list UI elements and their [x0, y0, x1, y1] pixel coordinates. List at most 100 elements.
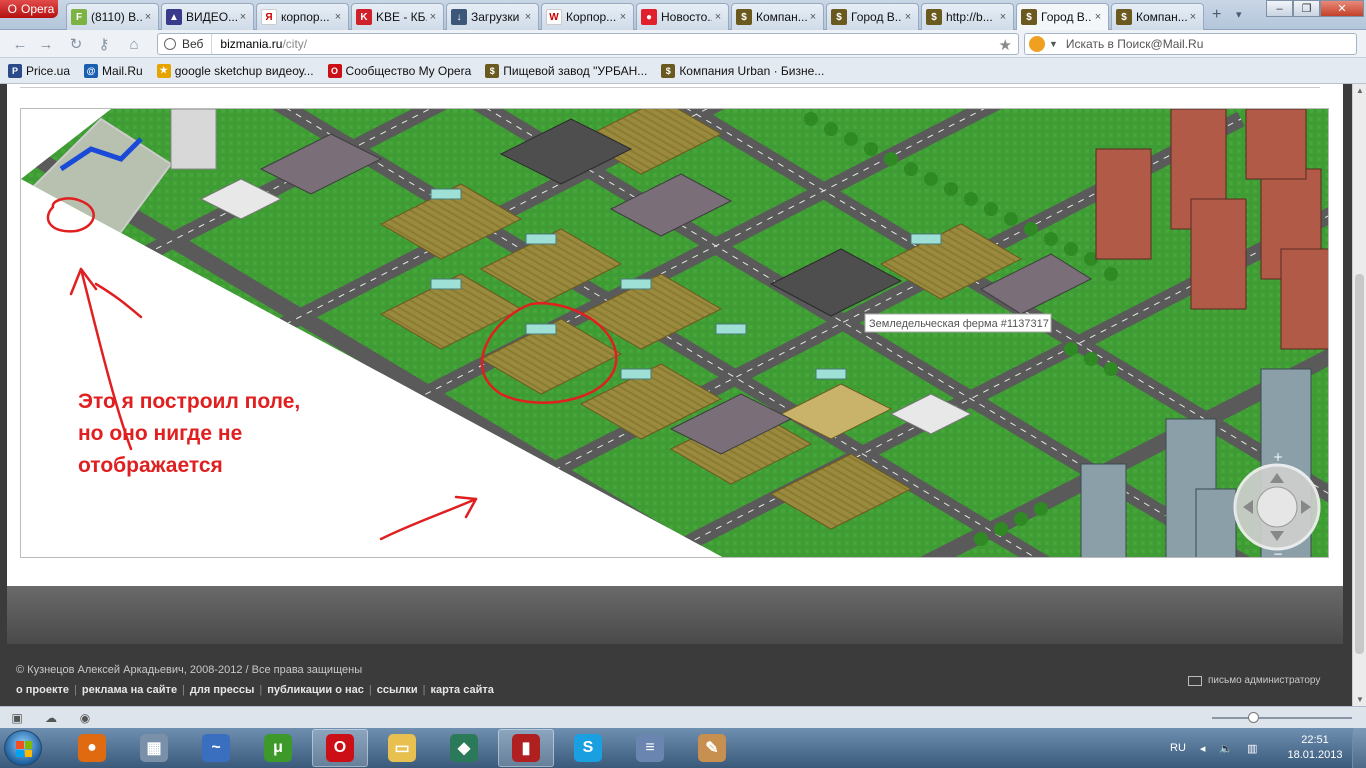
web-indicator[interactable]: Веб	[158, 34, 213, 54]
opera-menu-button[interactable]: O Opera	[0, 0, 58, 18]
browser-tab[interactable]: $ http://b... ×	[921, 3, 1014, 30]
tab-favicon-icon: K	[356, 9, 372, 25]
search-engine-dropdown-icon[interactable]: ▼	[1049, 39, 1058, 49]
network-icon[interactable]: ▥	[1247, 742, 1257, 755]
home-icon[interactable]: ⌂	[124, 34, 144, 54]
tab-close-icon[interactable]: ×	[237, 11, 249, 23]
panel-toggle-icon[interactable]: ▣	[10, 711, 24, 725]
language-indicator[interactable]: RU	[1170, 742, 1186, 754]
bookmark-item[interactable]: O Сообщество My Opera	[327, 63, 471, 78]
taskbar-paint[interactable]: ✎	[684, 729, 740, 767]
browser-tab[interactable]: Якорпор... ×	[256, 3, 349, 30]
browser-tab[interactable]: $ Город В... ×	[826, 3, 919, 30]
restore-button[interactable]: ❐	[1293, 0, 1320, 17]
footer-link[interactable]: для прессы	[190, 684, 254, 696]
search-engine-icon[interactable]	[1029, 36, 1045, 52]
taskbar-utorrent[interactable]: μ	[250, 729, 306, 767]
browser-tab[interactable]: $ Город В... ×	[1016, 3, 1109, 30]
tray-arrow-icon[interactable]: ◂	[1200, 742, 1206, 755]
taskbar-game-app[interactable]: ◆	[436, 729, 492, 767]
browser-tab[interactable]: ▲ ВИДЕО... ×	[161, 3, 254, 30]
bookmark-item[interactable]: P Price.ua	[8, 63, 70, 78]
admin-mail-link[interactable]: письмо администратору	[1188, 675, 1320, 686]
search-field[interactable]: ▼ Искать в Поиск@Mail.Ru	[1024, 33, 1357, 55]
tab-close-icon[interactable]: ×	[997, 11, 1009, 23]
browser-tab[interactable]: K KBE - КБ...×	[351, 3, 444, 30]
bookmark-label: Пищевой завод "УРБАН...	[503, 63, 648, 78]
bookmark-star-icon[interactable]: ★	[999, 36, 1012, 54]
copyright-text: © Кузнецов Алексей Аркадьевич, 2008-2012…	[16, 664, 363, 676]
footer-link[interactable]: карта сайта	[430, 684, 493, 696]
city-map-canvas[interactable]: + − Земледельческая ферма #1137317 Это я…	[21, 109, 1329, 558]
tab-favicon-icon: $	[736, 9, 752, 25]
bookmark-item[interactable]: @ Mail.Ru	[84, 63, 143, 78]
tab-title: Компан...	[756, 10, 807, 24]
url-path: /city/	[282, 37, 308, 51]
bookmark-item[interactable]: $ Пищевой завод "УРБАН...	[485, 63, 648, 78]
footer-link-separator: |	[368, 684, 372, 696]
key-icon[interactable]: ⚷	[94, 34, 114, 54]
clock[interactable]: 22:51 18.01.2013	[1286, 733, 1344, 763]
back-arrow-icon[interactable]: ←	[10, 34, 30, 54]
skype-icon: S	[574, 734, 602, 762]
tab-close-icon[interactable]: ×	[1092, 11, 1104, 23]
globe-icon	[164, 38, 176, 50]
zoom-slider-handle[interactable]	[1248, 712, 1259, 723]
tab-close-icon[interactable]: ×	[902, 11, 914, 23]
footer-link[interactable]: реклама на сайте	[82, 684, 177, 696]
bookmark-label: google sketchup видеоу...	[174, 63, 314, 78]
cloud-icon[interactable]: ☁	[44, 711, 58, 725]
tab-close-icon[interactable]: ×	[617, 11, 629, 23]
taskbar-odf-viewer[interactable]: ≡	[622, 729, 678, 767]
city-map[interactable]: + − Земледельческая ферма #1137317 Это я…	[20, 108, 1329, 558]
speed-dial-icon[interactable]: ◉	[78, 711, 92, 725]
close-window-button[interactable]: ✕	[1320, 0, 1364, 17]
taskbar-calculator[interactable]: ▦	[126, 729, 182, 767]
vertical-scrollbar[interactable]: ▲ ▼	[1352, 84, 1366, 706]
utorrent-icon: μ	[264, 734, 292, 762]
start-button[interactable]	[4, 730, 42, 766]
footer-link[interactable]: публикации о нас	[267, 684, 364, 696]
taskbar-chart-app[interactable]: ~	[188, 729, 244, 767]
forward-arrow-icon[interactable]: →	[36, 34, 56, 54]
tab-title: Корпор...	[566, 10, 617, 24]
footer-link[interactable]: ссылки	[377, 684, 418, 696]
bookmark-item[interactable]: $ Компания Urban · Бизне...	[661, 63, 824, 78]
taskbar-explorer[interactable]: ▭	[374, 729, 430, 767]
tab-close-icon[interactable]: ×	[712, 11, 724, 23]
tab-bar: O Opera F (8110) В... × ▲ ВИДЕО... × Якорпор..…	[0, 0, 1366, 30]
tab-close-icon[interactable]: ×	[427, 11, 439, 23]
browser-tab[interactable]: ● Новосто... ×	[636, 3, 729, 30]
opera-menu-label: Opera	[20, 2, 55, 16]
browser-tab[interactable]: F (8110) В... ×	[66, 3, 159, 30]
tab-title: http://b...	[946, 10, 993, 24]
annotation-line-3: отображается	[78, 454, 223, 477]
scroll-up-icon[interactable]: ▲	[1356, 86, 1364, 95]
url-text[interactable]: bizmania.ru/city/	[212, 37, 307, 51]
taskbar-firefox[interactable]: ●	[64, 729, 120, 767]
taskbar-bizmania-app[interactable]: ▮	[498, 729, 554, 767]
scroll-down-icon[interactable]: ▼	[1356, 695, 1364, 704]
tab-close-icon[interactable]: ×	[522, 11, 534, 23]
browser-tab[interactable]: W Корпор... ×	[541, 3, 634, 30]
tab-close-icon[interactable]: ×	[332, 11, 344, 23]
bookmark-item[interactable]: ★ google sketchup видеоу...	[156, 63, 314, 78]
tab-list-button[interactable]: ▾	[1236, 8, 1242, 21]
volume-icon[interactable]: 🔈	[1219, 742, 1233, 755]
zoom-slider[interactable]	[1212, 717, 1352, 719]
footer-link[interactable]: о проекте	[16, 684, 69, 696]
taskbar-skype[interactable]: S	[560, 729, 616, 767]
scrollbar-thumb[interactable]	[1355, 274, 1364, 654]
browser-tab[interactable]: ↓ Загрузки ×	[446, 3, 539, 30]
minimize-button[interactable]: ‒	[1266, 0, 1293, 17]
address-field[interactable]: Веб bizmania.ru/city/ ★	[157, 33, 1019, 55]
show-desktop-button[interactable]	[1352, 728, 1366, 768]
tab-close-icon[interactable]: ×	[1187, 11, 1199, 23]
taskbar-opera[interactable]: O	[312, 729, 368, 767]
reload-icon[interactable]: ↻	[66, 34, 86, 54]
new-tab-button[interactable]: +	[1212, 6, 1221, 24]
tab-close-icon[interactable]: ×	[142, 11, 154, 23]
tab-close-icon[interactable]: ×	[807, 11, 819, 23]
browser-tab[interactable]: $ Компан... ×	[1111, 3, 1204, 30]
browser-tab[interactable]: $ Компан... ×	[731, 3, 824, 30]
